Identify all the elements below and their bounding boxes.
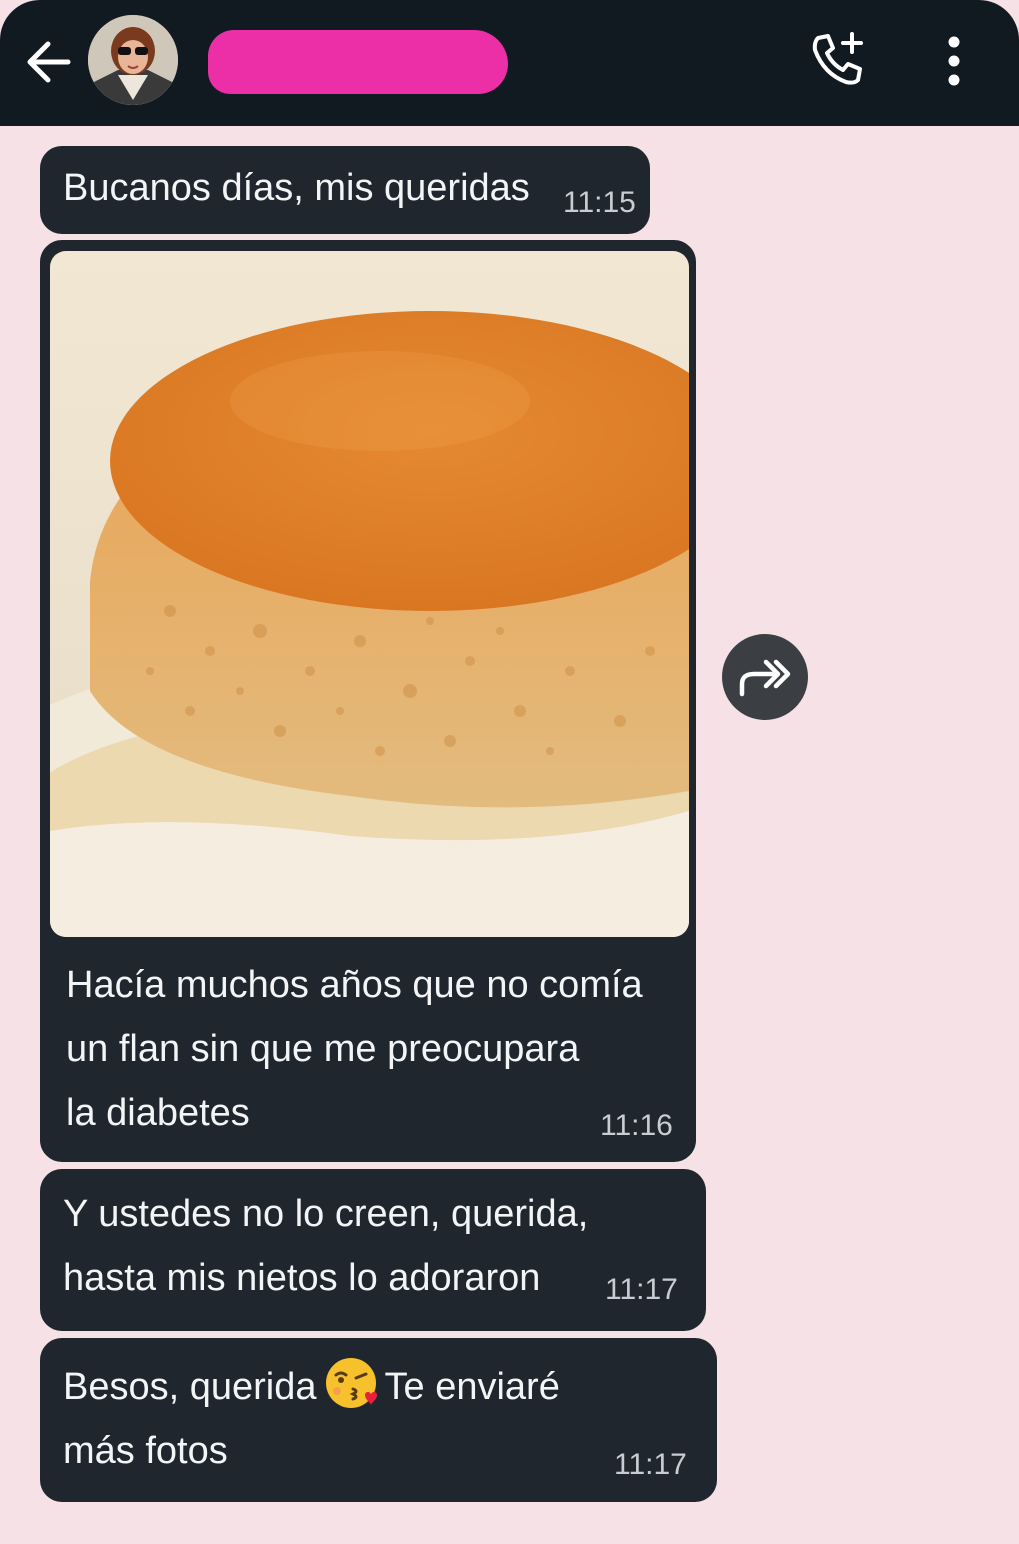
forward-icon bbox=[739, 659, 791, 697]
message-time: 11:16 bbox=[600, 1109, 673, 1142]
message-bubble[interactable]: Besos, querida Te enviaré más fotos 11:1… bbox=[40, 1338, 717, 1502]
message-bubble[interactable]: Bucanos días, mis queridas 11:15 bbox=[40, 146, 650, 234]
chat-header bbox=[0, 0, 1019, 126]
message-time: 11:15 bbox=[563, 186, 636, 219]
message-bubble[interactable]: Y ustedes no lo creen, querida, hasta mi… bbox=[40, 1169, 706, 1331]
flan-photo[interactable] bbox=[50, 251, 689, 937]
message-text: Hacía muchos años que no comía un flan s… bbox=[66, 964, 643, 1134]
add-call-icon[interactable] bbox=[808, 30, 868, 90]
more-vertical-icon[interactable] bbox=[940, 34, 968, 88]
message-text-part: Besos, querida bbox=[63, 1366, 317, 1408]
kissing-face-emoji-icon bbox=[325, 1358, 377, 1408]
message-bubble-image[interactable]: Hacía muchos años que no comía un flan s… bbox=[40, 240, 696, 1162]
message-text: Bucanos días, mis queridas bbox=[63, 167, 530, 209]
message-time: 11:17 bbox=[605, 1273, 678, 1306]
arrow-left-icon[interactable] bbox=[22, 36, 74, 88]
contact-name-redacted bbox=[208, 30, 508, 94]
forward-button[interactable] bbox=[722, 634, 808, 720]
avatar[interactable] bbox=[88, 15, 178, 105]
message-text: Y ustedes no lo creen, querida, hasta mi… bbox=[63, 1193, 589, 1299]
message-text: Besos, querida Te enviaré más fotos bbox=[63, 1355, 560, 1483]
message-time: 11:17 bbox=[614, 1448, 687, 1481]
